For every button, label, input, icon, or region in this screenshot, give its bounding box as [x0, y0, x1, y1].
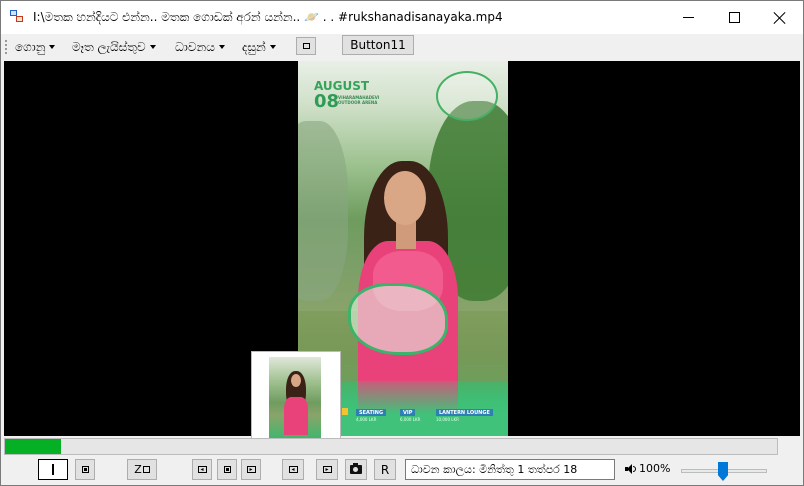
poster-price-seating: 4,000 LKR — [356, 417, 377, 422]
forward-icon: ▸ — [246, 466, 256, 473]
skip-back-icon: ◂ — [288, 466, 298, 473]
square-icon — [302, 43, 310, 49]
menu-view-label: දසුන් — [242, 39, 266, 54]
frame-button[interactable] — [217, 459, 237, 480]
poster-foliage-left — [298, 121, 348, 301]
zoom-label-text: Z — [134, 463, 142, 476]
record-icon — [223, 466, 231, 473]
zoom-square-icon — [142, 466, 150, 473]
seek-progress-bar[interactable] — [4, 438, 778, 455]
skip-forward-icon: ▸ — [322, 466, 332, 473]
caret-down-icon — [269, 45, 276, 49]
progress-fill — [5, 439, 61, 454]
poster-tier-marker — [342, 408, 348, 415]
caret-down-icon — [149, 45, 156, 49]
poster-person-face — [384, 171, 426, 225]
pause-icon — [52, 464, 54, 475]
repeat-button[interactable]: R — [374, 459, 396, 480]
previous-button[interactable]: ◂ — [282, 459, 304, 480]
forward-button[interactable]: ▸ — [241, 459, 261, 480]
poster-price-lantern-lounge: 10,000 LKR — [436, 417, 459, 422]
maximize-icon — [728, 12, 740, 23]
window-title: I:\මතක හන්දියට එන්න.. මතක ගොඩක් අරන් යන්… — [33, 10, 503, 24]
menu-playback[interactable]: ධාවනය — [175, 38, 225, 56]
thumbnail-image — [269, 357, 321, 440]
window-mode-button[interactable] — [296, 37, 316, 55]
poster-tier-lantern-lounge: LANTERN LOUNGE — [436, 409, 493, 416]
rewind-button[interactable]: ◂ — [192, 459, 212, 480]
menu-recent-list-label: මෑත ලැයිස්තුව — [72, 39, 146, 54]
menu-file[interactable]: ගොනු — [15, 38, 56, 56]
next-button[interactable]: ▸ — [316, 459, 338, 480]
maximize-button[interactable] — [711, 1, 757, 34]
menu-playback-label: ධාවනය — [175, 39, 215, 54]
menu-view[interactable]: දසුන් — [242, 38, 276, 56]
title-bar: I:\මතක හන්දියට එන්න.. මතක ගොඩක් අරන් යන්… — [1, 1, 803, 34]
app-window-icon[interactable] — [10, 10, 26, 24]
zoom-label: Z — [134, 463, 150, 476]
poster-logo-icon — [436, 71, 498, 121]
close-icon — [774, 12, 786, 24]
camera-icon — [350, 463, 362, 474]
media-player-window: I:\මතක හන්දියට එන්න.. මතක ගොඩක් අරන් යන්… — [0, 0, 804, 486]
video-surface[interactable]: AUGUST 08 VIHARAMAHADEVI OUTDOOR ARENA S… — [4, 61, 800, 436]
repeat-label: R — [380, 462, 390, 477]
caret-down-icon — [218, 45, 225, 49]
stop-icon — [81, 466, 89, 473]
playback-time-field[interactable]: ධාවන කාලය: මිනිත්තු 1 තත්පර 18 — [405, 459, 615, 480]
poster-tier-seating: SEATING — [356, 409, 387, 416]
seek-preview-thumbnail — [251, 351, 341, 441]
snapshot-button[interactable] — [345, 459, 367, 480]
minimize-icon — [682, 17, 694, 18]
minimize-button[interactable] — [665, 1, 711, 34]
poster-day: 08 — [314, 91, 340, 112]
toolstrip-grip-icon[interactable] — [5, 40, 7, 54]
speaker-icon[interactable] — [625, 464, 636, 474]
rewind-icon: ◂ — [197, 466, 207, 473]
stop-button[interactable] — [75, 459, 95, 480]
menu-file-label: ගොනු — [15, 39, 46, 54]
caret-down-icon — [49, 45, 56, 49]
thumbnail-person-face — [291, 374, 301, 387]
poster-tier-vip: VIP — [400, 409, 416, 416]
poster-price-vip: 6,000 LKR — [400, 417, 421, 422]
menu-recent-list[interactable]: මෑත ලැයිස්තුව — [72, 38, 156, 56]
poster-venue: VIHARAMAHADEVI OUTDOOR ARENA — [338, 95, 380, 105]
volume-slider-thumb[interactable] — [718, 462, 728, 481]
button11[interactable]: Button11 — [342, 35, 414, 55]
pause-button[interactable] — [38, 459, 68, 480]
volume-percent: 100% — [639, 462, 671, 475]
zoom-button[interactable]: Z — [127, 459, 157, 480]
poster-title-logo-icon — [348, 283, 448, 355]
close-button[interactable] — [757, 1, 803, 34]
thumbnail-person-dress — [284, 397, 308, 435]
